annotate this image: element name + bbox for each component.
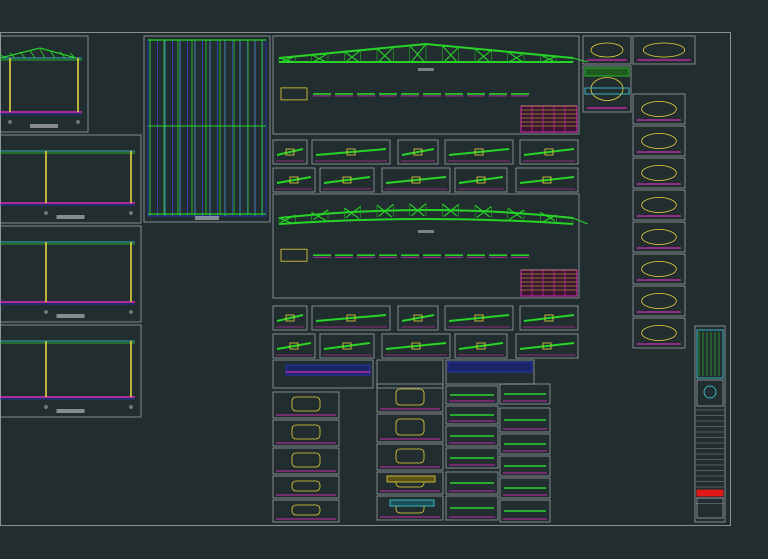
truss-elevation-1-web-10: [441, 45, 458, 63]
detail-row-b-0-member: [276, 176, 312, 184]
detail-row-b-1-member: [323, 176, 371, 184]
title-block-sheet-no: [696, 497, 724, 519]
detail-row-a-1-member: [315, 148, 387, 156]
frame-elevation-2-grid-bubble-0: [44, 211, 48, 215]
detail-row-a-4-member: [523, 148, 575, 156]
detail-row-d-2-member: [385, 342, 447, 350]
lower-detail-beam-section: [285, 364, 371, 376]
detail-row-c-0-member: [276, 314, 304, 322]
detail-row-c-2-member: [401, 314, 435, 322]
lower-detail-2-plate: [291, 452, 321, 468]
lower-detail-3-plate: [291, 480, 321, 492]
frame-elevation-2-grid-bubble-1: [129, 211, 133, 215]
detail-row-b-4-member: [519, 176, 575, 184]
plate-detail-2-outline: [642, 42, 686, 58]
plate-detail-1-outline: [590, 77, 624, 101]
frame-elevation-4-grid-bubble-0: [44, 405, 48, 409]
detail-row-d-4-member: [519, 342, 575, 350]
title-block-logo-icon: [703, 385, 717, 399]
plate-detail-9-outline: [641, 293, 677, 309]
lower-detail-bar-b: [389, 499, 435, 507]
title-block-logo-area: [696, 379, 724, 407]
truss-elevation-1-web-18: [572, 57, 588, 63]
frame-elevation-3-grid-bubble-0: [44, 310, 48, 314]
frame-elevation-1-web-3: [29, 50, 36, 59]
truss-elevation-2-web-18: [572, 217, 588, 225]
lower-detail-2: [272, 447, 340, 475]
lower-detail-1-plate: [291, 424, 321, 440]
truss-elevation-1-web-9: [410, 43, 427, 63]
lower-detail-5-plate: [395, 388, 425, 406]
lower-detail-joint-section: [447, 361, 533, 373]
detail-row-d-3-member: [458, 342, 504, 350]
lower-detail-6-plate: [395, 418, 425, 436]
truss-elevation-2-bottom-chord: [278, 218, 574, 225]
plate-detail-5-outline: [641, 165, 677, 181]
detail-row-d-0-member: [276, 342, 312, 350]
title-block-stamp: [696, 489, 724, 497]
plate-detail-4-outline: [641, 133, 677, 149]
detail-row-b-3-member: [458, 176, 504, 184]
frame-elevation-2-border: [0, 134, 142, 224]
lower-detail-0: [272, 391, 340, 419]
frame-elevation-4-border: [0, 324, 142, 418]
plate-detail-7-outline: [641, 229, 677, 245]
frame-elevation-1-grid-bubble-0: [8, 120, 12, 124]
drawing-canvas[interactable]: [0, 0, 768, 559]
frame-elevation-1-grid-bubble-1: [76, 120, 80, 124]
frame-elevation-3-border: [0, 225, 142, 323]
truss-elevation-1-caption: [418, 68, 434, 71]
plate-detail-strip-a: [584, 67, 630, 77]
lower-detail-1: [272, 419, 340, 447]
lower-detail-7-plate: [395, 448, 425, 464]
truss-elevation-2-plate-detail: [280, 248, 308, 262]
truss-elevation-1-plate-detail: [280, 87, 308, 101]
lower-detail-bar-a: [386, 475, 436, 483]
lower-detail-0-plate: [291, 396, 321, 412]
roof-plan-caption: [195, 216, 219, 220]
plate-detail-10-outline: [641, 325, 677, 341]
detail-row-b-2-member: [385, 176, 447, 184]
frame-elevation-3-grid-bubble-1: [129, 310, 133, 314]
detail-row-d-1-member: [323, 342, 371, 350]
lower-detail-4-plate: [291, 504, 321, 516]
detail-row-c-4-member: [523, 314, 575, 322]
plate-detail-8-outline: [641, 261, 677, 277]
frame-elevation-1-caption: [30, 124, 58, 128]
roof-plan-border: [143, 35, 271, 223]
plate-detail-6-outline: [641, 197, 677, 213]
plate-detail-0-outline: [590, 42, 624, 58]
frame-elevation-2-caption: [56, 215, 85, 219]
frame-elevation-4-caption: [56, 409, 85, 413]
detail-row-c-1-member: [315, 314, 387, 322]
frame-elevation-4-grid-bubble-1: [129, 405, 133, 409]
plate-detail-3-outline: [641, 101, 677, 117]
frame-elevation-1-rafter: [0, 47, 77, 59]
lower-detail-6: [376, 413, 444, 443]
truss-elevation-2-caption: [418, 230, 434, 233]
lower-detail-7: [376, 443, 444, 471]
cad-drawing: [0, 35, 726, 523]
frame-elevation-1-border: [0, 35, 89, 133]
truss-elevation-1-web-7: [378, 46, 394, 63]
detail-row-a-2-member: [401, 148, 435, 156]
frame-elevation-3-caption: [56, 314, 85, 318]
detail-row-a-3-member: [448, 148, 510, 156]
detail-row-c-3-member: [448, 314, 510, 322]
detail-row-a-0-member: [276, 148, 304, 156]
frame-elevation-1-web-4: [39, 49, 46, 59]
